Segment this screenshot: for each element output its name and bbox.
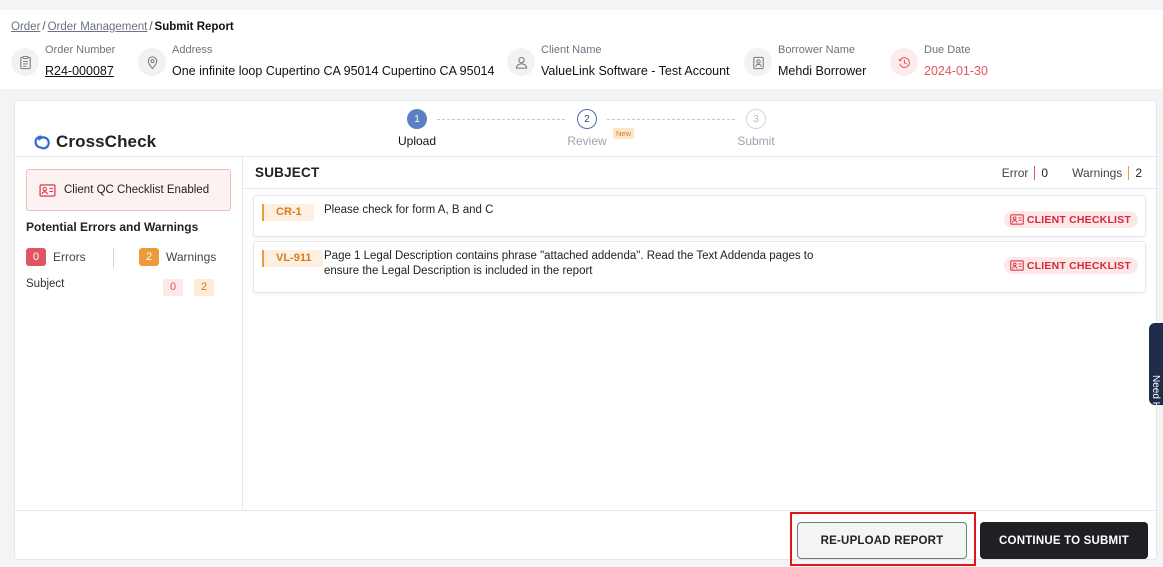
- borrower-name-value: Mehdi Borrower: [778, 64, 867, 78]
- continue-to-submit-button[interactable]: CONTINUE TO SUBMIT: [980, 522, 1148, 559]
- checklist-id-icon: [1010, 214, 1024, 225]
- stepper-connector: [437, 119, 565, 120]
- errors-filter[interactable]: 0 Errors: [26, 248, 86, 266]
- client-qc-notice-text: Client QC Checklist Enabled: [64, 184, 210, 196]
- subject-warnings-count: 2: [194, 279, 214, 296]
- breadcrumb-current: Submit Report: [154, 21, 234, 33]
- client-qc-notice: Client QC Checklist Enabled: [26, 169, 231, 211]
- order-number-link[interactable]: R24-000087: [45, 64, 114, 78]
- checklist-id-icon: [39, 183, 56, 197]
- need-help-label: Need Help?: [1150, 375, 1161, 405]
- step-submit-label: Submit: [737, 134, 775, 148]
- section-header: SUBJECT Error 0 Warnings 2: [244, 157, 1156, 189]
- crosscheck-logo-text: CrossCheck: [56, 132, 157, 151]
- location-pin-icon: [138, 48, 166, 76]
- breadcrumb-separator: /: [149, 21, 153, 33]
- step-upload-label: Upload: [397, 134, 437, 148]
- client-checklist-tag: CLIENT CHECKLIST: [1003, 257, 1138, 274]
- clipboard-icon: [11, 48, 39, 76]
- warnings-filter[interactable]: 2 Warnings: [139, 248, 216, 266]
- warnings-label: Warnings: [166, 250, 217, 264]
- breadcrumb-order-management-link[interactable]: Order Management: [48, 21, 148, 33]
- checklist-id-icon: [1010, 260, 1024, 271]
- divider: [15, 510, 1156, 511]
- address-label: Address: [172, 44, 213, 56]
- breadcrumb: Order / Order Management / Submit Report: [11, 21, 234, 33]
- divider: [113, 248, 114, 268]
- crosscheck-card: CrossCheck 1 Upload 2 Review New 3 Submi…: [14, 100, 1157, 566]
- issues-panel: SUBJECT Error 0 Warnings 2 CR-1 Please c…: [244, 157, 1156, 510]
- warnings-count: 2: [1135, 166, 1142, 180]
- client-checklist-label: CLIENT CHECKLIST: [1026, 213, 1131, 226]
- user-icon: [507, 48, 535, 76]
- progress-stepper: 1 Upload 2 Review New 3 Submit: [395, 109, 775, 153]
- due-date-label: Due Date: [924, 44, 971, 56]
- issue-code: CR-1: [262, 204, 314, 221]
- client-checklist-tag: CLIENT CHECKLIST: [1003, 211, 1138, 228]
- errors-count-badge: 0: [26, 248, 46, 266]
- order-number-label: Order Number: [45, 44, 116, 56]
- crosscheck-logo-icon: [34, 135, 50, 150]
- client-name-value: ValueLink Software - Test Account: [541, 64, 730, 78]
- step-submit: 3 Submit: [726, 109, 786, 148]
- due-date-value: 2024-01-30: [924, 64, 988, 78]
- step-upload-number: 1: [407, 109, 427, 129]
- error-warning-summary: 0 Errors 2 Warnings: [26, 248, 231, 268]
- clock-history-icon: [890, 48, 918, 76]
- step-submit-number: 3: [746, 109, 766, 129]
- warnings-count-badge: 2: [139, 248, 159, 266]
- divider: [1034, 166, 1036, 180]
- errors-label: Errors: [53, 250, 86, 264]
- issue-card[interactable]: CR-1 Please check for form A, B and C CL…: [253, 195, 1146, 237]
- section-counts: Error 0 Warnings 2: [1002, 166, 1142, 180]
- subject-errors-count: 0: [163, 279, 183, 296]
- order-header: Order / Order Management / Submit Report Ord…: [0, 10, 1163, 89]
- issue-description: Page 1 Legal Description contains phrase…: [324, 250, 814, 277]
- issue-card[interactable]: VL-911 Page 1 Legal Description contains…: [253, 241, 1146, 293]
- step-review-number: 2: [577, 109, 597, 129]
- step-review-label: Review: [567, 134, 607, 148]
- client-name-label: Client Name: [541, 44, 602, 56]
- crosscheck-logo: CrossCheck: [30, 132, 156, 152]
- potential-errors-title: Potential Errors and Warnings: [26, 220, 199, 234]
- warnings-label: Warnings: [1072, 166, 1123, 180]
- errors-sidebar: Client QC Checklist Enabled Potential Er…: [15, 157, 243, 510]
- stepper-connector: [607, 119, 735, 120]
- issue-description: Please check for form A, B and C: [324, 204, 494, 216]
- breadcrumb-separator: /: [42, 21, 46, 33]
- id-badge-icon: [744, 48, 772, 76]
- issue-code: VL-911: [262, 250, 324, 267]
- new-badge: New: [613, 128, 635, 139]
- need-help-tab[interactable]: Need Help?: [1149, 323, 1163, 405]
- step-review[interactable]: 2 Review: [557, 109, 617, 148]
- section-title: SUBJECT: [255, 165, 320, 180]
- client-checklist-label: CLIENT CHECKLIST: [1026, 259, 1131, 272]
- breadcrumb-order-link[interactable]: Order: [11, 21, 40, 33]
- reupload-report-button[interactable]: RE-UPLOAD REPORT: [797, 522, 967, 559]
- step-upload[interactable]: 1 Upload: [387, 109, 447, 148]
- divider: [1128, 166, 1130, 180]
- borrower-name-label: Borrower Name: [778, 44, 856, 56]
- address-value: One infinite loop Cupertino CA 95014 Cup…: [172, 64, 495, 78]
- sidebar-item-subject[interactable]: Subject 0 2: [26, 278, 231, 298]
- error-label: Error: [1001, 166, 1029, 180]
- error-count: 0: [1041, 166, 1049, 180]
- sidebar-item-label: Subject: [26, 278, 65, 290]
